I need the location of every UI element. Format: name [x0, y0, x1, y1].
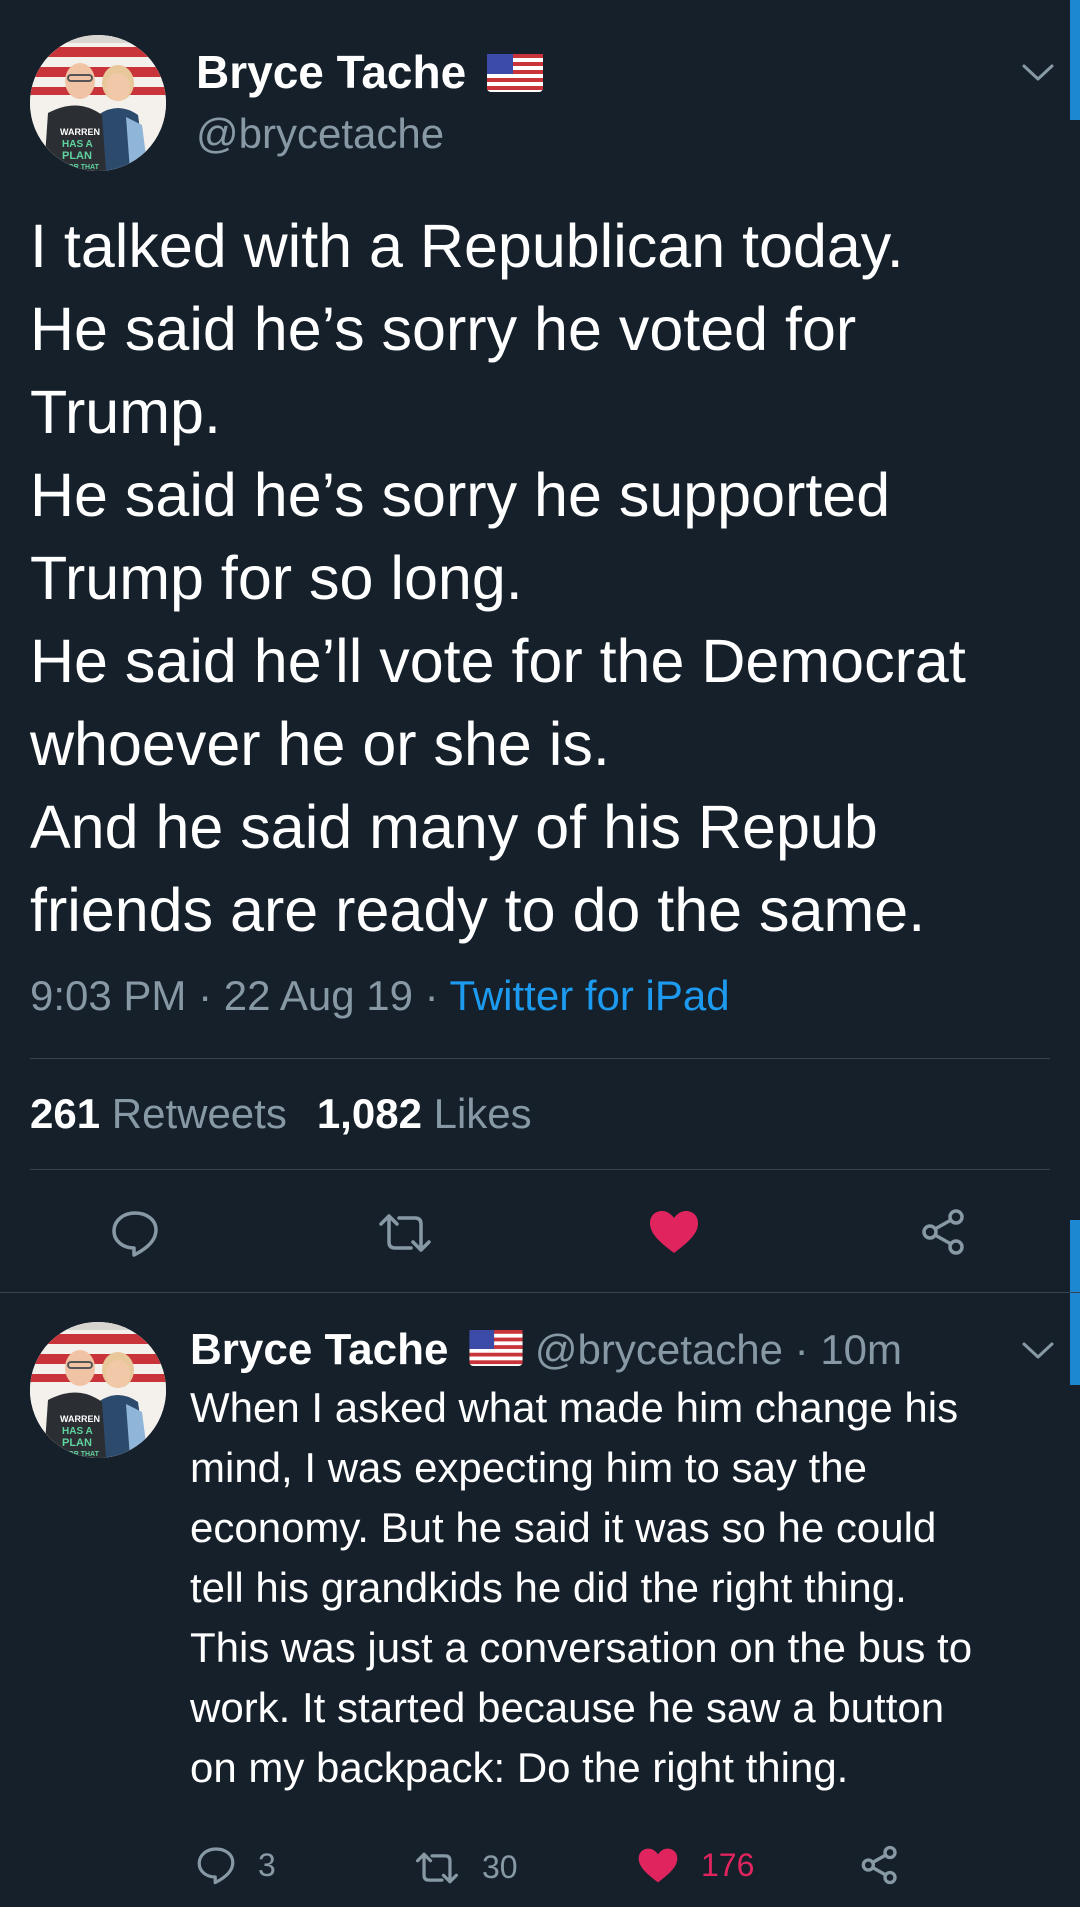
tweet-text-line: He said he’ll vote for the Democrat [30, 627, 966, 695]
meta-separator: · [412, 972, 450, 1019]
avatar-shirt-line-3: PLAN [62, 150, 92, 162]
reply-display-name: Bryce Tache [190, 1325, 449, 1374]
divider [30, 1058, 1050, 1059]
retweet-count: 30 [482, 1849, 518, 1885]
reply-count: 3 [258, 1846, 276, 1883]
likes-stat[interactable]: 1,082 Likes [317, 1090, 532, 1137]
reply-text-line: tell his grandkids he did the right thin… [190, 1564, 907, 1611]
retweets-count: 261 [30, 1090, 101, 1137]
tweet-text-line: friends are ready to do the same. [30, 876, 926, 944]
tweet-text-line: And he said many of his Repub [30, 793, 878, 861]
retweets-label: Retweets [111, 1090, 287, 1137]
retweet-button[interactable] [377, 1212, 433, 1254]
share-button[interactable] [920, 1208, 968, 1256]
us-flag-icon [486, 49, 543, 103]
avatar-shirt-line-4: FOR THAT [64, 1451, 100, 1458]
tweet-text: I talked with a Republican today. He sai… [30, 205, 1055, 952]
heart-icon [638, 1848, 678, 1883]
chevron-down-icon[interactable] [1021, 62, 1055, 84]
reply-text-line: When I asked what made him change his [190, 1384, 959, 1431]
reply-text-line: mind, I was expecting him to say the [190, 1444, 867, 1491]
tweet-text-line: He said he’s sorry he supported [30, 461, 891, 529]
reply-reply-button[interactable]: 3 [196, 1845, 276, 1885]
avatar-shirt-line-2: HAS A [62, 1426, 93, 1437]
likes-label: Likes [433, 1090, 532, 1137]
reply-text: When I asked what made him change his mi… [190, 1378, 1060, 1798]
tweet-text-line: I talked with a Republican today. [30, 212, 904, 280]
tweet-text-line: whoever he or she is. [30, 710, 610, 778]
reply-text-line: economy. But he said it was so he could [190, 1504, 937, 1551]
scrollbar-thumb-lower[interactable] [1070, 1220, 1080, 1385]
tweet-time: 9:03 PM [30, 972, 187, 1019]
share-icon [922, 1209, 964, 1255]
meta-separator: · [186, 972, 224, 1019]
avatar-shirt-line-2: HAS A [62, 139, 93, 150]
reply-text-line: on my backpack: Do the right thing. [190, 1744, 849, 1791]
avatar-shirt-line-3: PLAN [62, 1437, 92, 1449]
scrollbar-thumb[interactable] [1070, 0, 1080, 120]
share-icon [861, 1845, 897, 1885]
display-name[interactable]: Bryce Tache [196, 45, 543, 103]
tweet-date: 22 Aug 19 [223, 972, 413, 1019]
reply-share-button[interactable] [860, 1845, 900, 1885]
retweets-stat[interactable]: 261 Retweets [30, 1090, 287, 1137]
likes-count: 1,082 [316, 1090, 422, 1137]
display-name-text: Bryce Tache [196, 46, 467, 98]
tweet-text-line: He said he’s sorry he voted for [30, 295, 857, 363]
avatar-shirt-line-1: WARREN [60, 1414, 100, 1424]
reply-like-button[interactable]: 176 [637, 1847, 754, 1884]
avatar[interactable]: WARREN HAS A PLAN FOR THAT [30, 35, 166, 171]
reply-text-line: This was just a conversation on the bus … [190, 1624, 973, 1671]
tweet-stats: 261 Retweets 1,082 Likes [30, 1090, 532, 1138]
chevron-down-icon[interactable] [1021, 1340, 1055, 1362]
avatar-shirt-line-4: FOR THAT [64, 164, 100, 171]
reply-button[interactable] [110, 1208, 160, 1258]
reply-avatar[interactable]: WARREN HAS A PLAN FOR THAT [30, 1322, 166, 1458]
avatar-shirt-line-1: WARREN [60, 127, 100, 137]
tweet-source-link[interactable]: Twitter for iPad [450, 972, 730, 1019]
handle[interactable]: @brycetache [196, 110, 444, 158]
like-button[interactable] [648, 1209, 700, 1255]
divider [30, 1169, 1050, 1170]
retweet-icon [415, 1852, 459, 1883]
divider [0, 1292, 1080, 1293]
us-flag-icon [469, 1327, 523, 1377]
tweet-text-line: Trump. [30, 378, 221, 446]
reply-icon [112, 1211, 158, 1257]
reply-handle-time: @brycetache · 10m [534, 1326, 903, 1373]
reply-text-line: work. It started because he saw a button [190, 1684, 945, 1731]
like-count: 176 [701, 1847, 755, 1883]
reply-header[interactable]: Bryce Tache @brycetache · 10m [190, 1325, 902, 1377]
reply-icon [197, 1847, 235, 1885]
retweet-icon [379, 1214, 431, 1252]
tweet-meta: 9:03 PM · 22 Aug 19 · Twitter for iPad [30, 972, 730, 1020]
reply-retweet-button[interactable]: 30 [414, 1849, 518, 1886]
heart-icon [650, 1211, 698, 1253]
tweet-text-line: Trump for so long. [30, 544, 523, 612]
